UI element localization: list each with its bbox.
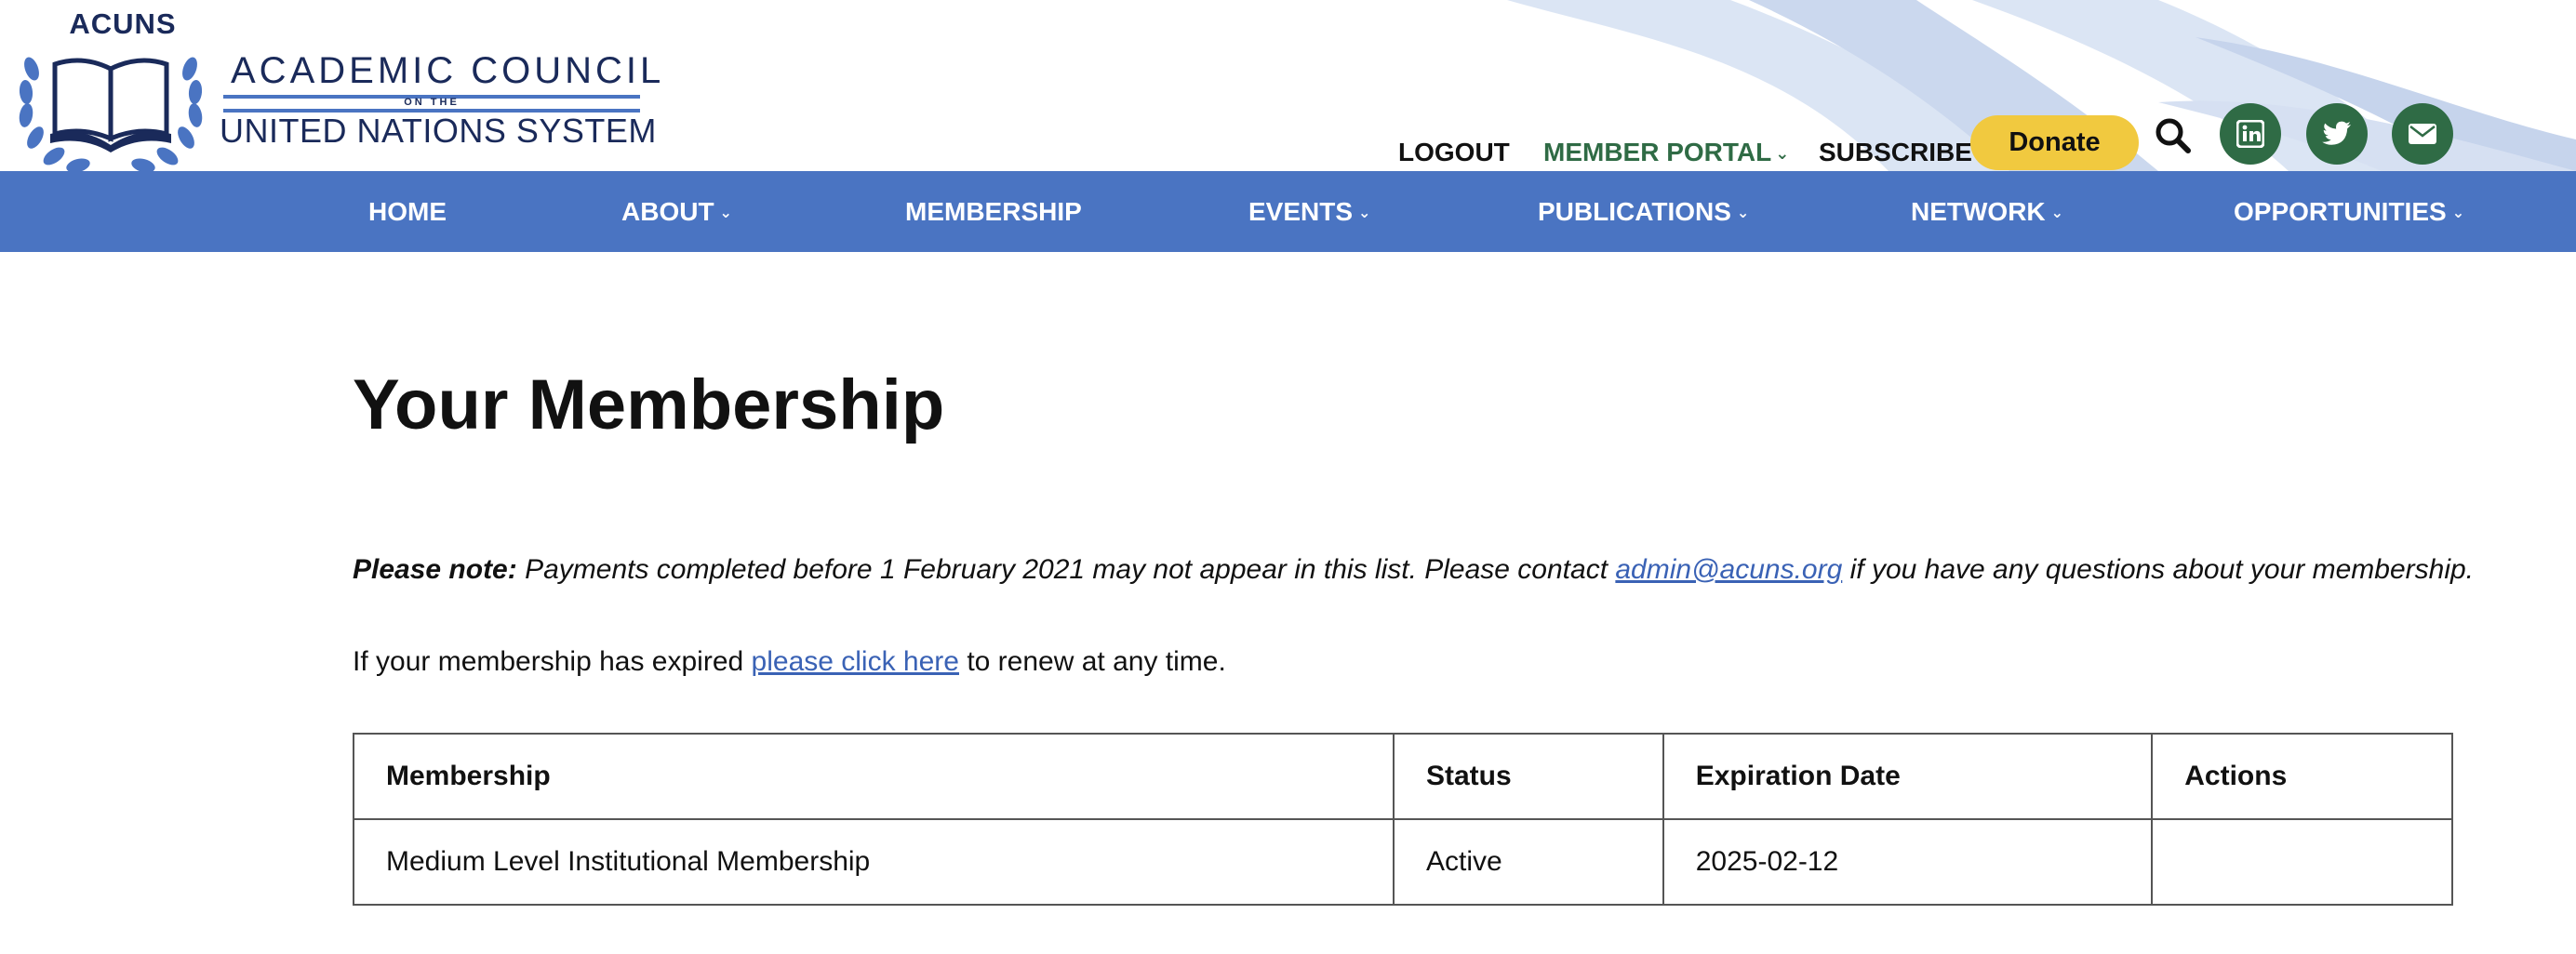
logo-on-the: ON THE [404,97,460,108]
site-logo[interactable]: ACUNS ACADEMIC COUNCIL ON THE UNITED NAT… [13,7,661,171]
nav-item-publications[interactable]: PUBLICATIONS ⌄ [1538,171,1749,252]
nav-item-label: MEMBERSHIP [905,197,1082,226]
chevron-down-icon: ⌄ [719,205,732,222]
nav-item-opportunities[interactable]: OPPORTUNITIES ⌄ [2234,171,2464,252]
cell-membership: Medium Level Institutional Membership [353,818,1395,906]
nav-item-label: HOME [368,197,447,226]
nav-item-home[interactable]: HOME [368,171,447,252]
cell-actions [2151,818,2453,906]
nav-item-events[interactable]: EVENTS ⌄ [1248,171,1370,252]
main-nav: HOME ABOUT ⌄ MEMBERSHIP EVENTS ⌄ PUBLICATI… [0,171,2576,252]
table-header-row: Membership Status Expiration Date Action… [353,733,2453,820]
subscribe-link[interactable]: SUBSCRIBE [1819,138,1972,167]
note-text-before: Payments completed before 1 February 202… [516,554,1616,585]
chevron-down-icon: ⌄ [2050,205,2064,222]
renew-text-after: to renew at any time. [958,646,1226,677]
nav-item-membership[interactable]: MEMBERSHIP [905,171,1082,252]
renew-message: If your membership has expired please cl… [353,646,1226,678]
column-header-membership: Membership [353,733,1395,820]
admin-email-link[interactable]: admin@acuns.org [1615,554,1842,585]
cell-status: Active [1392,818,1664,906]
chevron-down-icon: ⌄ [1358,205,1371,222]
nav-item-label: NETWORK [1911,197,2046,226]
member-portal-link[interactable]: MEMBER PORTAL ⌄ [1543,138,1789,167]
nav-item-network[interactable]: NETWORK ⌄ [1911,171,2063,252]
donate-button[interactable]: Donate [1970,115,2139,170]
site-header: ACUNS ACADEMIC COUNCIL ON THE UNITED NAT… [0,0,2576,171]
laurel-book-emblem [19,57,203,171]
nav-item-about[interactable]: ABOUT ⌄ [621,171,732,252]
page-title: Your Membership [353,365,945,444]
logo-line-united-nations: UNITED NATIONS SYSTEM [220,112,657,150]
table-row: Medium Level Institutional Membership Ac… [353,818,2453,906]
linkedin-icon[interactable] [2220,103,2281,165]
note-text-after: if you have any questions about your mem… [1842,554,2475,585]
cell-expiration-date: 2025-02-12 [1662,818,2154,906]
logo-acronym: ACUNS [69,7,177,40]
nav-item-label: EVENTS [1248,197,1354,226]
search-icon[interactable] [2153,115,2194,156]
logout-link[interactable]: LOGOUT [1398,138,1510,167]
logo-line-academic-council: ACADEMIC COUNCIL [231,50,665,91]
renew-text-before: If your membership has expired [353,646,752,677]
chevron-down-icon: ⌄ [1775,144,1790,164]
member-portal-label: MEMBER PORTAL [1543,138,1772,166]
chevron-down-icon: ⌄ [1736,205,1750,222]
mail-icon[interactable] [2392,103,2453,165]
nav-item-label: ABOUT [621,197,714,226]
chevron-down-icon: ⌄ [2451,205,2465,222]
column-header-expiration-date: Expiration Date [1662,733,2154,820]
column-header-actions: Actions [2151,733,2453,820]
twitter-icon[interactable] [2306,103,2368,165]
renew-link[interactable]: please click here [752,646,959,677]
membership-table: Membership Status Expiration Date Action… [353,733,2453,906]
nav-item-label: PUBLICATIONS [1538,197,1731,226]
note-label: Please note: [353,554,517,585]
payment-note: Please note: Payments completed before 1… [353,554,2474,586]
column-header-status: Status [1392,733,1664,820]
nav-item-label: OPPORTUNITIES [2234,197,2447,226]
